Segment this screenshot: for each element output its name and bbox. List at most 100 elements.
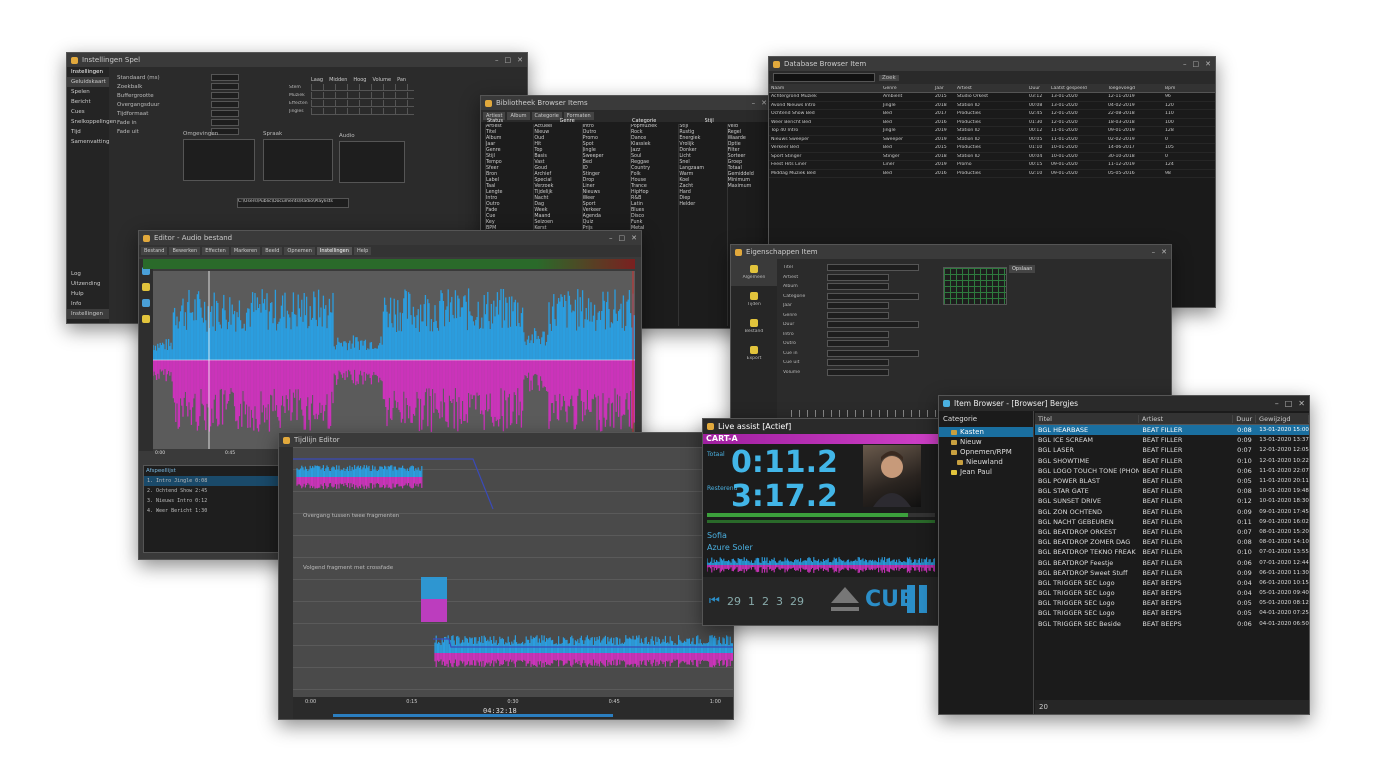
db-search-button[interactable]: Zoek bbox=[879, 74, 899, 81]
playlist-row[interactable]: 1. Intro Jingle 0:08 bbox=[144, 476, 278, 486]
property-input[interactable] bbox=[827, 349, 919, 357]
eq-table-cells[interactable] bbox=[311, 91, 414, 99]
maximize-icon[interactable]: □ bbox=[1193, 60, 1200, 68]
setting-input[interactable] bbox=[211, 92, 239, 99]
playlist-row[interactable]: 2. Ochtend Show 2:45 bbox=[144, 486, 278, 496]
sidebar-bottom-item[interactable]: Hulp bbox=[67, 289, 109, 299]
path-input[interactable]: C:\Users\Public\Documents\Radio\Playlist… bbox=[237, 198, 349, 208]
db-row[interactable]: Top 40 Intro Jingle 2019 Station ID 00:12 11-… bbox=[769, 127, 1215, 136]
db-row[interactable]: Avond Nieuws Intro Jingle 2018 Station ID 00… bbox=[769, 102, 1215, 110]
cart-number[interactable]: 1 bbox=[748, 595, 755, 608]
property-input[interactable] bbox=[827, 273, 889, 281]
db-column-header[interactable]: Genre bbox=[881, 86, 933, 91]
tool-icon[interactable] bbox=[142, 315, 150, 323]
library-toolbar-item[interactable]: Album bbox=[507, 112, 530, 120]
minimize-icon[interactable]: – bbox=[752, 99, 756, 107]
close-icon[interactable]: ✕ bbox=[761, 99, 767, 107]
sidebar-item[interactable]: Bericht bbox=[67, 97, 109, 107]
db-column-header[interactable]: Duur bbox=[1027, 86, 1049, 91]
browser-row[interactable]: BGL SUNSET DRIVE BEAT FILLER 0:12 10-01-202… bbox=[1035, 496, 1309, 506]
eq-table-cells[interactable] bbox=[311, 107, 414, 115]
browser-row[interactable]: BGL BEATDROP Sweet Stuff BEAT FILLER 0:09 0… bbox=[1035, 568, 1309, 578]
schedule-save-button[interactable]: Opslaan bbox=[1009, 265, 1036, 273]
maximize-icon[interactable]: □ bbox=[505, 56, 512, 64]
property-input[interactable] bbox=[827, 302, 889, 310]
minimize-icon[interactable]: – bbox=[495, 56, 499, 64]
property-input[interactable] bbox=[827, 264, 919, 272]
browser-row[interactable]: BGL STAR GATE BEAT FILLER 0:08 10-01-2020 1… bbox=[1035, 486, 1309, 496]
sidebar-bottom-item[interactable]: Info bbox=[67, 299, 109, 309]
setting-input[interactable] bbox=[211, 119, 239, 126]
db-column-header[interactable]: Naam bbox=[769, 86, 881, 91]
playlist-row[interactable]: 4. Weer Bericht 1:30 bbox=[144, 506, 278, 516]
sidebar-item[interactable]: Samenvatting bbox=[67, 137, 110, 147]
category-tree-item[interactable]: Kasten bbox=[939, 427, 1033, 437]
tool-icon[interactable] bbox=[142, 299, 150, 307]
db-row[interactable]: Weer Bericht Bed Bed 2016 Producties 01:30 12… bbox=[769, 119, 1215, 127]
library-column-list[interactable]: Stijl Rustig Energiek Vrolijk Donker Lic… bbox=[678, 124, 723, 326]
close-icon[interactable]: ✕ bbox=[1205, 60, 1211, 68]
close-icon[interactable]: ✕ bbox=[1298, 399, 1305, 408]
waveform-tab[interactable]: Help bbox=[353, 247, 372, 255]
waveform-tab[interactable]: Effecten bbox=[202, 247, 229, 255]
browser-column-header[interactable]: Artiest bbox=[1139, 414, 1234, 423]
property-input[interactable] bbox=[827, 283, 889, 291]
eq-table-cells[interactable] bbox=[311, 83, 414, 91]
browser-row[interactable]: BGL LASER BEAT FILLER 0:07 12-01-2020 12:05 bbox=[1035, 445, 1309, 455]
properties-tab[interactable]: Export bbox=[731, 340, 777, 367]
sidebar-item[interactable]: Tijd bbox=[67, 127, 109, 137]
overview-bar[interactable] bbox=[143, 259, 635, 269]
textarea-b[interactable] bbox=[263, 139, 333, 181]
browser-row[interactable]: BGL TRIGGER SEC Beside BEAT BEEPS 0:06 04-0… bbox=[1035, 619, 1309, 629]
maximize-icon[interactable]: □ bbox=[619, 234, 626, 242]
sidebar-item[interactable]: Spelen bbox=[67, 87, 109, 97]
browser-row[interactable]: BGL TRIGGER SEC Logo BEAT BEEPS 0:04 06-01-… bbox=[1035, 578, 1309, 588]
browser-row[interactable]: BGL TRIGGER SEC Logo BEAT BEEPS 0:04 05-01-… bbox=[1035, 588, 1309, 598]
browser-row[interactable]: BGL HEARBASE BEAT FILLER 0:08 13-01-2020 15… bbox=[1035, 425, 1309, 436]
db-row[interactable]: Nieuws Sweeper Sweeper 2019 Station ID 00:05… bbox=[769, 136, 1215, 144]
db-row[interactable]: Sport Stinger Stinger 2018 Station ID 00:04 1… bbox=[769, 153, 1215, 161]
browser-row[interactable]: BGL POWER BLAST BEAT FILLER 0:05 11-01-2020… bbox=[1035, 476, 1309, 486]
category-tree-item[interactable]: Nieuw bbox=[939, 437, 1033, 447]
sidebar-item[interactable]: Geluidskaart bbox=[67, 77, 109, 87]
setting-input[interactable] bbox=[211, 74, 239, 81]
browser-row[interactable]: BGL BEATDROP Feestje BEAT FILLER 0:06 07-01… bbox=[1035, 557, 1309, 567]
category-tree-item[interactable]: Opnemen/RPM bbox=[939, 447, 1033, 457]
library-toolbar-item[interactable]: Categorie bbox=[531, 112, 562, 120]
waveform-tab[interactable]: Markeren bbox=[230, 247, 261, 255]
browser-column-header[interactable]: Titel bbox=[1035, 414, 1139, 423]
category-tree-item[interactable]: Jean Paul bbox=[939, 467, 1033, 477]
db-row[interactable]: Verkeer Bed Bed 2015 Producties 01:10 10-01-2… bbox=[769, 144, 1215, 153]
textarea-a[interactable] bbox=[183, 139, 255, 181]
sidebar-bottom-item[interactable]: Uitzending bbox=[67, 279, 109, 289]
db-column-header[interactable]: Jaar bbox=[933, 86, 955, 91]
setting-input[interactable] bbox=[211, 110, 239, 117]
waveform-tab[interactable]: Bestand bbox=[141, 247, 168, 255]
browser-row[interactable]: BGL TRIGGER SEC Logo BEAT BEEPS 0:05 04-01-… bbox=[1035, 608, 1309, 618]
properties-tab[interactable]: Tijden bbox=[731, 286, 777, 313]
skip-back-icon[interactable]: ⏮ bbox=[709, 593, 720, 608]
browser-row[interactable]: BGL BEATDROP ZOMER DAG BEAT FILLER 0:08 08-… bbox=[1035, 537, 1309, 547]
property-input[interactable] bbox=[827, 292, 919, 300]
browser-row[interactable]: BGL ICE SCREAM BEAT FILLER 0:09 13-01-2020 … bbox=[1035, 435, 1309, 445]
property-input[interactable] bbox=[827, 321, 919, 329]
waveform-tab[interactable]: Bewerken bbox=[169, 247, 201, 255]
maximize-icon[interactable]: □ bbox=[1285, 399, 1293, 408]
sidebar-item[interactable]: Snelkoppelingen bbox=[67, 117, 117, 127]
property-input[interactable] bbox=[827, 368, 889, 376]
browser-row[interactable]: BGL ZON OCHTEND BEAT FILLER 0:09 09-01-2020… bbox=[1035, 507, 1309, 517]
close-icon[interactable]: ✕ bbox=[631, 234, 637, 242]
db-search-input[interactable] bbox=[773, 73, 875, 82]
sidebar-bottom-item[interactable]: Instellingen bbox=[67, 309, 109, 319]
timeline-tracks[interactable]: Overgang tussen twee fragmenten Volgend … bbox=[293, 447, 733, 697]
property-input[interactable] bbox=[827, 330, 889, 338]
cart-number[interactable]: 29 bbox=[727, 595, 741, 608]
properties-tab[interactable]: Bestand bbox=[731, 313, 777, 340]
browser-row[interactable]: BGL SHOWTIME BEAT FILLER 0:10 12-01-2020 10… bbox=[1035, 456, 1309, 466]
close-icon[interactable]: ✕ bbox=[517, 56, 523, 64]
browser-row[interactable]: BGL NACHT GEBEUREN BEAT FILLER 0:11 09-01-2… bbox=[1035, 517, 1309, 527]
db-column-header[interactable]: Artiest bbox=[955, 86, 1027, 91]
cart-number[interactable]: 29 bbox=[790, 595, 804, 608]
db-row[interactable]: Feest Hits Liner Liner 2019 Promo 00:15 09-01… bbox=[769, 161, 1215, 170]
minimize-icon[interactable]: – bbox=[609, 234, 613, 242]
